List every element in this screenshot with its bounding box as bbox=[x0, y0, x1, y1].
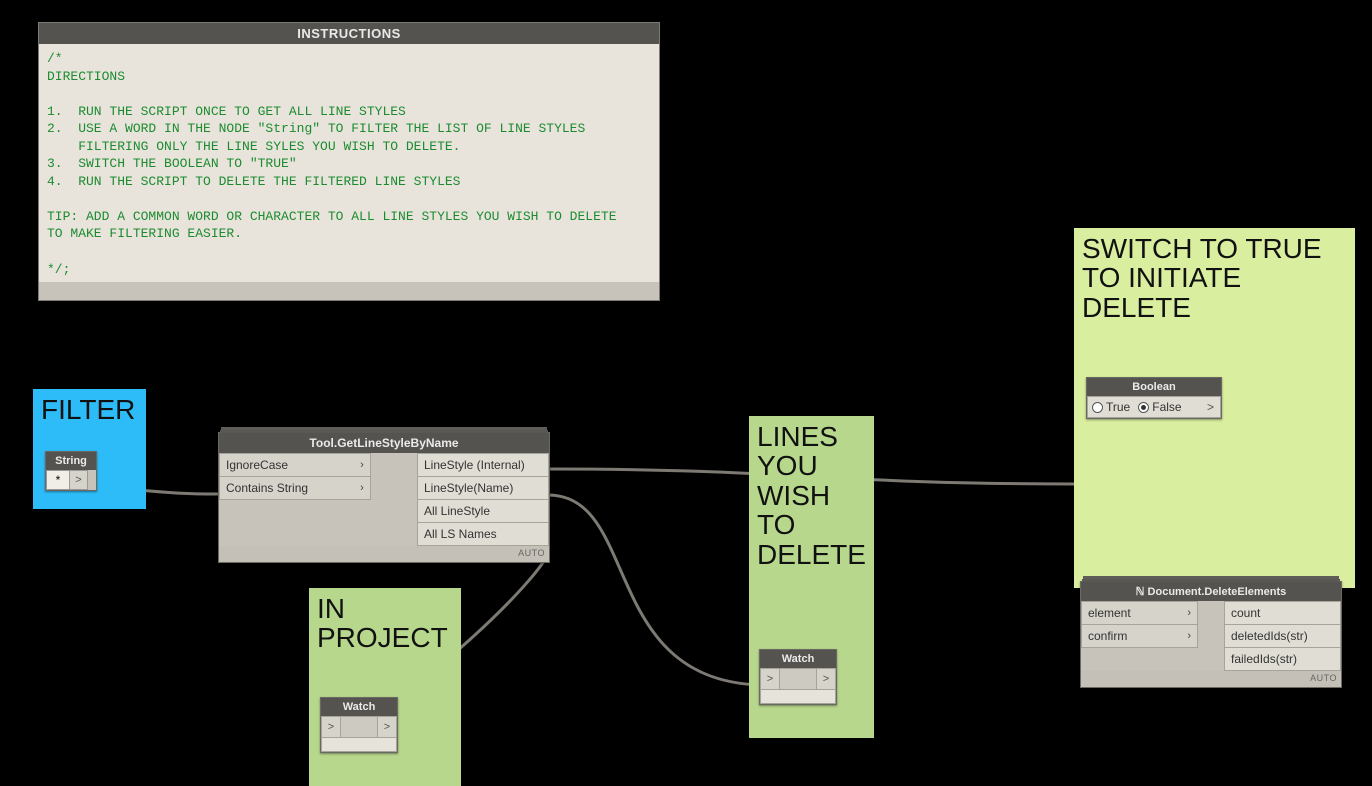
group-lines-delete-title: LINES YOU WISH TO DELETE bbox=[757, 422, 866, 569]
boolean-title: Boolean bbox=[1087, 378, 1221, 396]
string-output-port[interactable]: > bbox=[70, 470, 88, 490]
output-port-all-linestyle[interactable]: All LineStyle bbox=[417, 500, 549, 523]
watch2-display bbox=[760, 690, 836, 704]
delete-elements-title: ℕ Document.DeleteElements bbox=[1081, 582, 1341, 601]
get-linestyle-node[interactable]: Tool.GetLineStyleByName IgnoreCase› Cont… bbox=[218, 432, 550, 563]
instructions-node: INSTRUCTIONS /* DIRECTIONS 1. RUN THE SC… bbox=[38, 22, 660, 301]
group-in-project-title: IN PROJECT bbox=[317, 594, 453, 653]
group-filter[interactable]: FILTER bbox=[33, 389, 146, 509]
watch-node-1[interactable]: Watch > > bbox=[320, 697, 398, 753]
output-port-count[interactable]: count bbox=[1224, 601, 1341, 625]
input-port-element[interactable]: element› bbox=[1081, 601, 1198, 625]
watch2-in-port[interactable]: > bbox=[761, 669, 779, 689]
boolean-true-option[interactable]: True bbox=[1092, 400, 1130, 414]
output-port-linestyle-internal[interactable]: LineStyle (Internal) bbox=[417, 453, 549, 477]
string-node[interactable]: String > bbox=[45, 451, 97, 491]
input-port-confirm[interactable]: confirm› bbox=[1081, 625, 1198, 648]
string-node-title: String bbox=[46, 452, 96, 470]
get-linestyle-footer: AUTO bbox=[219, 546, 549, 562]
boolean-node[interactable]: Boolean True False > bbox=[1086, 377, 1222, 419]
radio-true[interactable] bbox=[1092, 402, 1103, 413]
watch2-title: Watch bbox=[760, 650, 836, 668]
delete-elements-node[interactable]: ℕ Document.DeleteElements element› confi… bbox=[1080, 581, 1342, 688]
boolean-out-port[interactable]: > bbox=[1205, 400, 1216, 414]
watch2-out-port[interactable]: > bbox=[817, 669, 835, 689]
watch-node-2[interactable]: Watch > > bbox=[759, 649, 837, 705]
instructions-title: INSTRUCTIONS bbox=[39, 23, 659, 44]
output-port-all-ls-names[interactable]: All LS Names bbox=[417, 523, 549, 546]
watch1-in-port[interactable]: > bbox=[322, 717, 340, 737]
output-port-linestyle-name[interactable]: LineStyle(Name) bbox=[417, 477, 549, 500]
group-in-project[interactable]: IN PROJECT bbox=[309, 588, 461, 786]
output-port-deletedids[interactable]: deletedIds(str) bbox=[1224, 625, 1341, 648]
get-linestyle-title: Tool.GetLineStyleByName bbox=[219, 433, 549, 453]
watch1-out-port[interactable]: > bbox=[378, 717, 396, 737]
delete-elements-footer: AUTO bbox=[1081, 671, 1341, 687]
instructions-footer bbox=[39, 282, 659, 300]
boolean-false-option[interactable]: False bbox=[1138, 400, 1181, 414]
group-switch-delete-title: SWITCH TO TRUE TO INITIATE DELETE bbox=[1082, 234, 1347, 322]
watch1-display bbox=[321, 738, 397, 752]
output-port-failedids[interactable]: failedIds(str) bbox=[1224, 648, 1341, 671]
instructions-body: /* DIRECTIONS 1. RUN THE SCRIPT ONCE TO … bbox=[39, 44, 659, 282]
watch1-title: Watch bbox=[321, 698, 397, 716]
input-port-ignorecase[interactable]: IgnoreCase› bbox=[219, 453, 371, 477]
group-filter-title: FILTER bbox=[41, 395, 138, 424]
input-port-containsstring[interactable]: Contains String› bbox=[219, 477, 371, 500]
string-input[interactable] bbox=[46, 470, 70, 490]
radio-false[interactable] bbox=[1138, 402, 1149, 413]
